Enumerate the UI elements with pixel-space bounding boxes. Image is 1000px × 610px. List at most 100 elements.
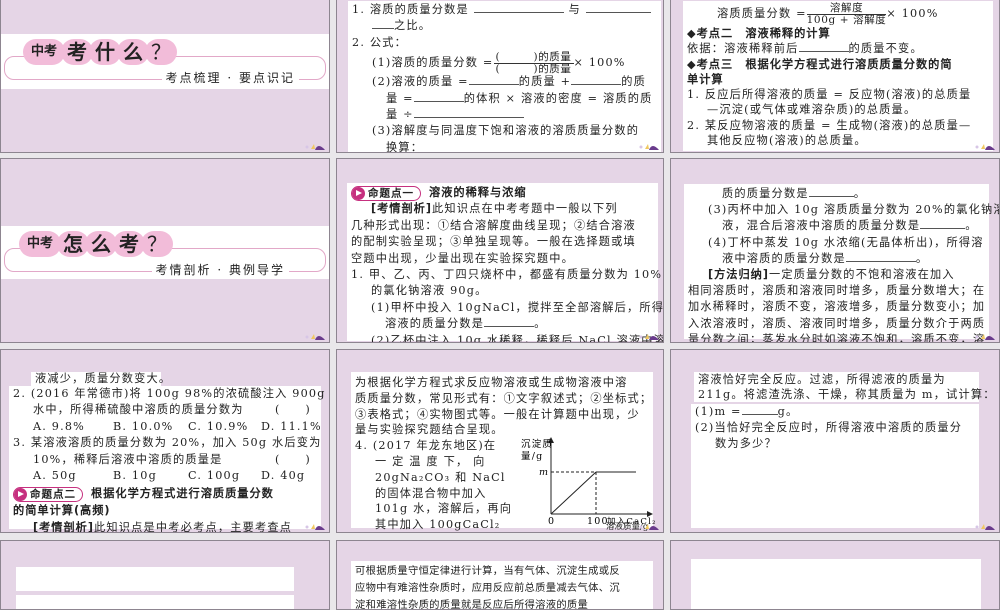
section-title: 中考 考 什 么 ？ xyxy=(23,38,178,66)
option-d: D. 11.1% xyxy=(261,419,322,433)
numerator: ( )的质量 xyxy=(493,50,574,64)
corner-decoration-icon xyxy=(975,334,995,340)
section-heading: ◆考点三 根据化学方程式进行溶质质量分数的简 xyxy=(687,57,953,71)
text-line: 1. 甲、乙、丙、丁四只烧杯中，都盛有质量分数为 10% xyxy=(351,267,663,281)
slide-thumbnail-1[interactable]: 中考 考 什 么 ？ 考点梳理 · 要点识记 xyxy=(0,0,330,153)
topic-heading: 根据化学方程式进行溶质质量分数 xyxy=(91,487,274,501)
label: [方法归纳] xyxy=(708,267,769,281)
option-a: A. 9.8% xyxy=(33,419,86,433)
text-line: (2)当恰好完全反应时，所得溶液中溶质的质量分 xyxy=(695,421,963,434)
slide-thumbnail-7[interactable]: 液减少，质量分数变大。 2. (2016 年常德市)将 100g 98%的浓硫酸… xyxy=(0,349,330,533)
corner-decoration-icon xyxy=(639,524,659,530)
text-line: 2. 某反应物溶液的质量 = 生成物(溶液)的总质量— xyxy=(687,118,972,132)
label: [考情剖析] xyxy=(371,202,432,216)
slide-thumbnail-2[interactable]: 1. 溶质的质量分数是 与 之比。 2. 公式： (1)溶质的质量分数 =( )… xyxy=(336,0,664,153)
text-line: 。 xyxy=(534,317,547,331)
title-char: ？ xyxy=(141,231,174,257)
topic-tag: 命题点二 xyxy=(13,486,83,503)
section-heading: 单计算 xyxy=(687,72,724,86)
text-line: × 100% xyxy=(886,7,939,20)
tag-label: 命题点二 xyxy=(30,488,76,501)
option-b: B. 10g xyxy=(113,468,157,482)
slide-content xyxy=(16,567,294,591)
blank xyxy=(473,2,564,13)
text-line: 换算： xyxy=(386,140,424,153)
text-line: 淀和难溶性杂质的质量就是反应后所得溶液的质量 xyxy=(355,599,589,610)
slide-content: 可根据质量守恒定律进行计算，当有气体、沉淀生成或反 应物中有难溶性杂质时，应用反… xyxy=(351,561,653,610)
text-line: 溶质质量分数 = xyxy=(717,7,807,20)
text-line: 可根据质量守恒定律进行计算，当有气体、沉淀生成或反 xyxy=(355,565,620,577)
topic-heading: 溶液的稀释与浓缩 xyxy=(429,186,527,199)
slide-content-top: 溶液恰好完全反应。过滤，所得滤液的质量为 211g。将滤渣洗涤、干燥，称其质量为… xyxy=(694,372,994,402)
text-line: 液减少，质量分数变大。 xyxy=(35,372,172,385)
play-icon xyxy=(14,487,27,501)
text-line: 2. (2016 年常德市)将 100g 98%的浓硫酸注入 900g xyxy=(13,387,326,400)
corner-decoration-icon xyxy=(639,334,659,340)
text-line: 量分数之间；蒸发水分时如溶液不饱和，溶质不变，溶 xyxy=(688,332,986,343)
text-line: 。 xyxy=(965,219,978,233)
text-line: 几种形式出现：①结合溶解度曲线呈现；②结合溶液 xyxy=(351,218,636,232)
slide-content: 质的质量分数是。 (3)丙杯中加入 10g 溶质质量分数为 20%的氯化钠溶 液… xyxy=(684,184,999,342)
text-line: 质的质量分数是 xyxy=(722,187,809,200)
corner-decoration-icon xyxy=(305,334,325,340)
blank xyxy=(484,316,535,328)
text-line: 溶液恰好完全反应。过滤，所得滤液的质量为 xyxy=(698,373,946,386)
section-heading: ◆考点二 溶液稀释的计算 xyxy=(687,27,831,40)
text-line: 此知识点在中考考题中一般以下列 xyxy=(431,202,618,216)
corner-decoration-icon xyxy=(305,144,325,150)
title-band: 中考 考 什 么 ？ 考点梳理 · 要点识记 xyxy=(1,34,329,89)
blank xyxy=(798,41,849,53)
text-line: (1)溶质的质量分数 = xyxy=(372,56,494,70)
topic-heading: 的简单计算(高频) xyxy=(13,504,111,518)
slide-content xyxy=(691,559,981,609)
blank xyxy=(413,107,524,118)
section-title: 中考 怎 么 考 ？ xyxy=(19,230,174,258)
text-line: (2)乙杯中注入 10g 水稀释，稀释后 NaCl 溶液中溶 xyxy=(371,333,664,343)
slide-thumbnail-9[interactable]: 溶液恰好完全反应。过滤，所得滤液的质量为 211g。将滤渣洗涤、干燥，称其质量为… xyxy=(670,349,1000,533)
text-line: ③表格式；④实物图式等。一般在计算题中出现，少 xyxy=(355,407,640,421)
slide-thumbnail-3[interactable]: 溶质质量分数 = 溶解度 100g + 溶解度 × 100% ◆考点二 溶液稀释的计算… xyxy=(670,0,1000,153)
text-line: 其他反应物(溶液)的总质量。 xyxy=(707,134,867,148)
text-line: 一定质量分数的不饱和溶液在加入 xyxy=(768,267,955,281)
y-axis-label: 沉淀质 xyxy=(521,438,553,450)
text-line: 入浓溶液时，溶质、溶液同时增多，质量分数介于两质 xyxy=(688,316,986,330)
text-line: 空题中出现，少量出现在实验探究题中。 xyxy=(351,251,574,265)
slide-thumbnail-8[interactable]: 为根据化学方程式求反应物溶液或生成物溶液中溶 质质量分数，常见形式有：①文字叙述… xyxy=(336,349,664,533)
slide-content: 2. (2016 年常德市)将 100g 98%的浓硫酸注入 900g 水中，所… xyxy=(9,386,326,532)
text-line: 。 xyxy=(853,187,867,200)
label: [考情剖析] xyxy=(33,520,94,533)
slide-thumbnail-5[interactable]: 命题点一 溶液的稀释与浓缩 [考情剖析]此知识点在中考考题中一般以下列 几种形式出… xyxy=(336,158,664,343)
blank xyxy=(468,74,519,86)
title-prefix: 中考 xyxy=(19,231,62,257)
text-line: 的配制实验呈现；③单独呈现等。一般在选择题或填 xyxy=(351,235,636,249)
text-line: 。 xyxy=(915,251,929,265)
denominator: 100g + 溶解度 xyxy=(806,13,887,26)
corner-decoration-icon xyxy=(639,144,659,150)
slide-content-top: 液减少，质量分数变大。 xyxy=(31,372,170,386)
option-c: C. 100g xyxy=(188,468,241,482)
text-line: 量 = xyxy=(386,91,414,105)
slide-thumbnail-4[interactable]: 中考 怎 么 考 ？ 考情剖析 · 典例导学 xyxy=(0,158,330,343)
slide-content xyxy=(16,595,294,609)
blank xyxy=(741,404,778,415)
formula-fraction: 溶解度 100g + 溶解度 xyxy=(806,2,887,26)
text-line: 溶液的质量分数是 xyxy=(385,317,485,331)
tag-label: 命题点一 xyxy=(368,187,414,199)
blank xyxy=(372,18,394,30)
m-label: m xyxy=(539,467,549,478)
text-line: 数为多少？ xyxy=(715,437,777,450)
slide-thumbnail-6[interactable]: 质的质量分数是。 (3)丙杯中加入 10g 溶质质量分数为 20%的氯化钠溶 液… xyxy=(670,158,1000,343)
play-icon xyxy=(352,186,365,200)
slide-content: 为根据化学方程式求反应物溶液或生成物溶液中溶 质质量分数，常见形式有：①文字叙述… xyxy=(351,372,655,532)
section-subtitle: 考点梳理 · 要点识记 xyxy=(161,69,299,86)
rising-line xyxy=(550,471,597,515)
section-subtitle: 考情剖析 · 典例导学 xyxy=(151,261,289,278)
blank xyxy=(920,218,966,230)
text-line: (4)丁杯中蒸发 10g 水浓缩(无晶体析出)，所得溶 xyxy=(708,235,984,249)
text-line: —沉淀(或气体或难溶杂质)的总质量。 xyxy=(707,103,917,117)
text-line: (1)m = xyxy=(695,405,742,418)
corner-decoration-icon xyxy=(975,144,995,150)
text-line: 的体积 × 溶液的密度 = 溶质的质 xyxy=(463,91,653,105)
blank xyxy=(845,251,916,262)
text-line: 液，混合后溶液中溶质的质量分数是 xyxy=(722,219,921,233)
